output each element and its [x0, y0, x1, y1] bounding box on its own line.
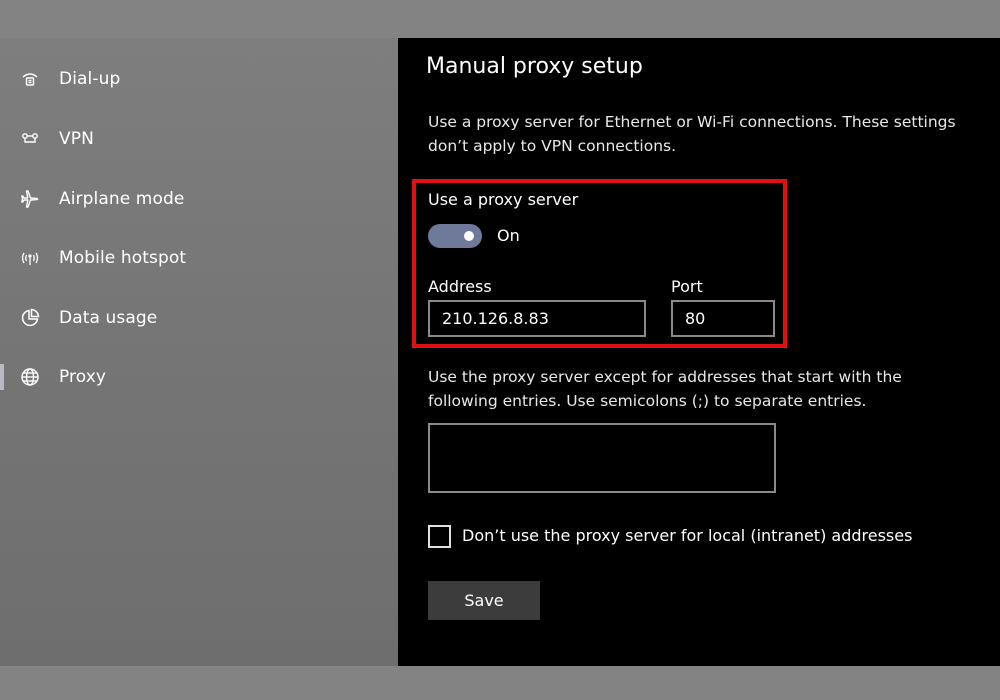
sidebar-item-label: Data usage: [59, 308, 158, 328]
sidebar-item-dial-up[interactable]: Dial-up: [0, 59, 398, 99]
active-indicator: [0, 364, 4, 390]
local-bypass-label: Don’t use the proxy server for local (in…: [462, 526, 913, 545]
data-usage-icon: [18, 306, 42, 330]
sidebar-item-airplane-mode[interactable]: Airplane mode: [0, 179, 398, 219]
toggle-knob: [464, 231, 474, 241]
sidebar-item-data-usage[interactable]: Data usage: [0, 298, 398, 338]
settings-window: Dial-up VPN Airplane mode Mobile hotspot…: [0, 38, 1000, 666]
airplane-icon: [18, 187, 42, 211]
sidebar-item-vpn[interactable]: VPN: [0, 119, 398, 159]
sidebar-item-label: VPN: [59, 129, 94, 149]
sidebar-item-proxy[interactable]: Proxy: [0, 357, 398, 397]
sidebar-item-mobile-hotspot[interactable]: Mobile hotspot: [0, 238, 398, 278]
exceptions-input[interactable]: [428, 423, 776, 493]
port-input[interactable]: [671, 300, 775, 337]
sidebar-item-label: Proxy: [59, 367, 107, 387]
dial-up-icon: [18, 67, 42, 91]
address-input[interactable]: [428, 300, 646, 337]
vpn-icon: [18, 127, 42, 151]
sidebar-item-label: Mobile hotspot: [59, 248, 187, 268]
globe-icon: [18, 365, 42, 389]
use-proxy-toggle[interactable]: [428, 224, 482, 248]
proxy-description: Use a proxy server for Ethernet or Wi-Fi…: [428, 113, 956, 155]
toggle-state-label: On: [497, 226, 520, 245]
sidebar-item-label: Airplane mode: [59, 189, 185, 209]
exceptions-description: Use the proxy server except for addresse…: [428, 368, 902, 410]
save-button[interactable]: Save: [428, 581, 540, 620]
port-label: Port: [671, 277, 703, 296]
local-bypass-checkbox[interactable]: [428, 525, 451, 548]
use-proxy-label: Use a proxy server: [428, 190, 579, 209]
page-title: Manual proxy setup: [426, 54, 643, 79]
sidebar: Dial-up VPN Airplane mode Mobile hotspot…: [0, 38, 398, 666]
hotspot-icon: [18, 246, 42, 270]
sidebar-item-label: Dial-up: [59, 69, 121, 89]
address-label: Address: [428, 277, 492, 296]
proxy-settings-panel: Manual proxy setup Use a proxy server fo…: [398, 38, 1000, 666]
